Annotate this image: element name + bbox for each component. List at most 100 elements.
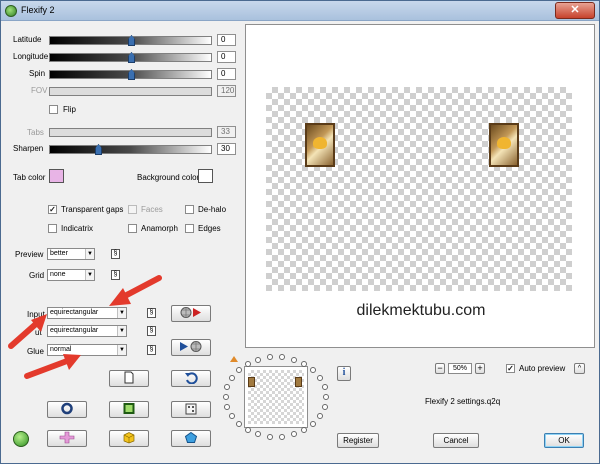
orientation-dot[interactable] (255, 356, 262, 363)
zoom-minus-button[interactable]: − (435, 363, 445, 374)
input-select[interactable]: equirectangular ▼ (47, 307, 127, 319)
cross-shape-button[interactable] (47, 430, 87, 447)
flexify-app-icon (5, 5, 17, 17)
zoom-value-field[interactable]: 50% (448, 363, 472, 374)
orientation-dot[interactable] (235, 420, 242, 427)
spin-value-field[interactable]: 0 (217, 68, 236, 80)
orientation-dot[interactable] (301, 426, 308, 433)
orientation-dot[interactable] (228, 412, 235, 419)
tabs-slider (49, 128, 212, 137)
spin-slider-thumb[interactable] (128, 69, 135, 80)
orientation-dot[interactable] (266, 354, 273, 361)
indicatrix-checkbox[interactable] (48, 224, 57, 233)
orientation-dot[interactable] (255, 431, 262, 438)
latitude-slider[interactable] (49, 35, 212, 46)
link-icon[interactable]: § (147, 308, 156, 318)
longitude-value-field[interactable]: 0 (217, 51, 236, 63)
yellow-cube-icon (123, 432, 135, 444)
expand-button[interactable]: ^ (574, 363, 585, 374)
ring-button[interactable] (47, 401, 87, 418)
orientation-dot[interactable] (321, 403, 328, 410)
orientation-dot[interactable] (323, 394, 329, 400)
longitude-slider-thumb[interactable] (128, 52, 135, 63)
spin-slider[interactable] (49, 69, 212, 80)
chevron-down-icon: ▼ (117, 308, 126, 318)
info-button[interactable]: i (337, 366, 351, 381)
transparent-gaps-checkbox[interactable] (48, 205, 57, 214)
cancel-button[interactable]: Cancel (433, 433, 479, 448)
grid-label: Grid (29, 271, 45, 280)
mini-image-right (295, 377, 302, 387)
orientation-dot[interactable] (310, 367, 317, 374)
zoom-plus-button[interactable]: + (475, 363, 485, 374)
anamorph-checkbox[interactable] (128, 224, 137, 233)
tab-color-swatch[interactable] (49, 169, 64, 183)
random-dice-button[interactable] (171, 401, 211, 418)
glue-select[interactable]: normal ▼ (47, 344, 127, 356)
de-halo-checkbox[interactable] (185, 205, 194, 214)
flip-checkbox[interactable] (49, 105, 58, 114)
link-icon[interactable]: § (111, 249, 120, 259)
auto-preview-label: Auto preview (519, 364, 566, 373)
undo-button[interactable] (171, 370, 211, 387)
orientation-dot[interactable] (279, 433, 286, 440)
orientation-dot[interactable] (235, 367, 242, 374)
settings-file-label: Flexify 2 settings.q2q (425, 397, 501, 406)
tab-color-label: Tab color (13, 173, 46, 182)
link-icon[interactable]: § (147, 326, 156, 336)
flip-label: Flip (63, 105, 76, 114)
orientation-dot[interactable] (266, 433, 273, 440)
square-button[interactable] (109, 401, 149, 418)
sharpen-slider[interactable] (49, 144, 212, 155)
register-button[interactable]: Register (337, 433, 379, 448)
orientation-dot[interactable] (317, 375, 324, 382)
orientation-dot[interactable] (223, 394, 229, 400)
longitude-slider[interactable] (49, 52, 212, 63)
orientation-dot[interactable] (310, 420, 317, 427)
background-color-swatch[interactable] (198, 169, 213, 183)
orientation-dot[interactable] (290, 356, 297, 363)
pentagon-button[interactable] (171, 430, 211, 447)
link-icon[interactable]: § (147, 345, 156, 355)
link-icon[interactable]: § (111, 270, 120, 280)
orientation-dot[interactable] (290, 431, 297, 438)
fov-slider (49, 87, 212, 96)
sharpen-value-field[interactable]: 30 (217, 143, 236, 155)
output-select-value: equirectangular (50, 327, 99, 334)
orientation-dot[interactable] (279, 354, 286, 361)
orientation-dot[interactable] (224, 403, 231, 410)
preview-select[interactable]: better ▼ (47, 248, 95, 260)
ok-button[interactable]: OK (544, 433, 584, 448)
orientation-dot[interactable] (224, 384, 231, 391)
flower-image-right (489, 123, 519, 167)
orientation-dot[interactable] (321, 384, 328, 391)
preview-canvas[interactable]: dilekmektubu.com (245, 24, 595, 348)
sharpen-slider-thumb[interactable] (95, 144, 102, 155)
orientation-dot[interactable] (244, 361, 251, 368)
new-page-button[interactable] (109, 370, 149, 387)
chevron-down-icon: ▼ (85, 270, 94, 280)
auto-preview-checkbox[interactable] (506, 364, 515, 373)
orientation-dot[interactable] (228, 375, 235, 382)
faces-label: Faces (141, 205, 163, 214)
cube-button[interactable] (109, 430, 149, 447)
background-color-label: Background color (137, 173, 200, 182)
input-label: Input (27, 310, 45, 319)
close-button[interactable]: ✕ (555, 2, 595, 19)
play-forward-button[interactable] (171, 305, 211, 322)
glue-label: Glue (27, 347, 44, 356)
watermark-text: dilekmektubu.com (356, 302, 486, 319)
latitude-slider-thumb[interactable] (128, 35, 135, 46)
latitude-value-field[interactable]: 0 (217, 34, 236, 46)
mini-preview[interactable] (244, 366, 308, 428)
chevron-down-icon: ▼ (85, 249, 94, 259)
orientation-dot[interactable] (317, 412, 324, 419)
output-select[interactable]: equirectangular ▼ (47, 325, 127, 337)
page-icon (124, 371, 134, 384)
play-globe-icon (180, 341, 202, 352)
grid-select[interactable]: none ▼ (47, 269, 95, 281)
orientation-dot[interactable] (244, 426, 251, 433)
edges-checkbox[interactable] (185, 224, 194, 233)
tabs-value-field: 33 (217, 126, 236, 138)
play-reverse-button[interactable] (171, 339, 211, 356)
